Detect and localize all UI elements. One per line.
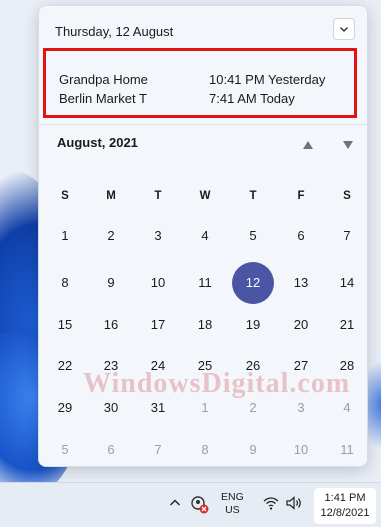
clock-date: 12/8/2021 [320, 507, 370, 519]
weekday-label: T [154, 190, 162, 202]
calendar-day[interactable]: 6 [91, 430, 131, 470]
previous-month-icon[interactable] [302, 140, 314, 150]
calendar-day[interactable]: 5 [45, 430, 85, 470]
calendar-day[interactable]: 20 [281, 305, 321, 345]
weekday-label: M [106, 190, 116, 202]
chevron-up-icon[interactable] [169, 497, 181, 509]
month-label[interactable]: August, 2021 [57, 135, 138, 150]
calendar-day[interactable]: 8 [185, 430, 225, 470]
calendar-day[interactable]: 16 [91, 305, 131, 345]
language-indicator[interactable]: ENG US [221, 491, 244, 517]
calendar-day[interactable]: 14 [327, 263, 367, 303]
calendar-day[interactable]: 11 [327, 430, 367, 470]
calendar-day[interactable]: 10 [138, 263, 178, 303]
taskbar-clock[interactable]: 1:41 PM 12/8/2021 [314, 488, 376, 524]
calendar-day[interactable]: 22 [45, 346, 85, 386]
next-month-icon[interactable] [342, 140, 354, 150]
calendar-day[interactable]: 9 [91, 263, 131, 303]
alarm-time: 10:41 PM Yesterday [209, 72, 326, 87]
watermark-text: WindowsDigital.com [83, 368, 351, 399]
calendar-day[interactable]: 19 [233, 305, 273, 345]
alarm-name[interactable]: Grandpa Home [59, 72, 148, 87]
alarm-time: 7:41 AM Today [209, 91, 295, 106]
calendar-day[interactable]: 15 [45, 305, 85, 345]
calendar-day[interactable]: 13 [281, 263, 321, 303]
calendar-day[interactable]: 7 [138, 430, 178, 470]
weekday-label: S [343, 190, 351, 202]
calendar-day[interactable]: 29 [45, 388, 85, 428]
calendar-day[interactable]: 2 [91, 216, 131, 256]
calendar-day-today[interactable]: 12 [232, 262, 274, 304]
calendar-day[interactable]: 17 [138, 305, 178, 345]
taskbar: ENG US 1:41 PM 12/8/2021 [0, 482, 381, 527]
weekday-label: T [249, 190, 257, 202]
calendar-day[interactable]: 11 [185, 263, 225, 303]
calendar-day[interactable]: 5 [233, 216, 273, 256]
region-code: US [225, 504, 240, 516]
wifi-icon[interactable] [263, 496, 279, 510]
calendar-day[interactable]: 10 [281, 430, 321, 470]
calendar-day[interactable]: 6 [281, 216, 321, 256]
language-code: ENG [221, 491, 244, 503]
calendar-day[interactable]: 9 [233, 430, 273, 470]
header-date: Thursday, 12 August [55, 24, 174, 39]
calendar-day[interactable]: 8 [45, 263, 85, 303]
calendar-day[interactable]: 21 [327, 305, 367, 345]
meet-now-icon[interactable] [190, 495, 210, 515]
alarm-name[interactable]: Berlin Market T [59, 91, 147, 106]
weekday-label: W [199, 190, 211, 202]
weekday-label: F [297, 190, 305, 202]
chevron-down-icon [340, 27, 348, 32]
divider [39, 124, 367, 125]
calendar-day[interactable]: 4 [185, 216, 225, 256]
calendar-day[interactable]: 3 [138, 216, 178, 256]
alarms-highlight-box: Grandpa Home 10:41 PM Yesterday Berlin M… [43, 48, 357, 118]
clock-time: 1:41 PM [324, 492, 366, 504]
weekday-label: S [61, 190, 69, 202]
calendar-day[interactable]: 7 [327, 216, 367, 256]
calendar-day[interactable]: 18 [185, 305, 225, 345]
calendar-flyout: Thursday, 12 August Grandpa Home 10:41 P… [38, 5, 368, 467]
speaker-icon[interactable] [286, 496, 304, 510]
collapse-button[interactable] [333, 18, 355, 40]
calendar-day[interactable]: 1 [45, 216, 85, 256]
